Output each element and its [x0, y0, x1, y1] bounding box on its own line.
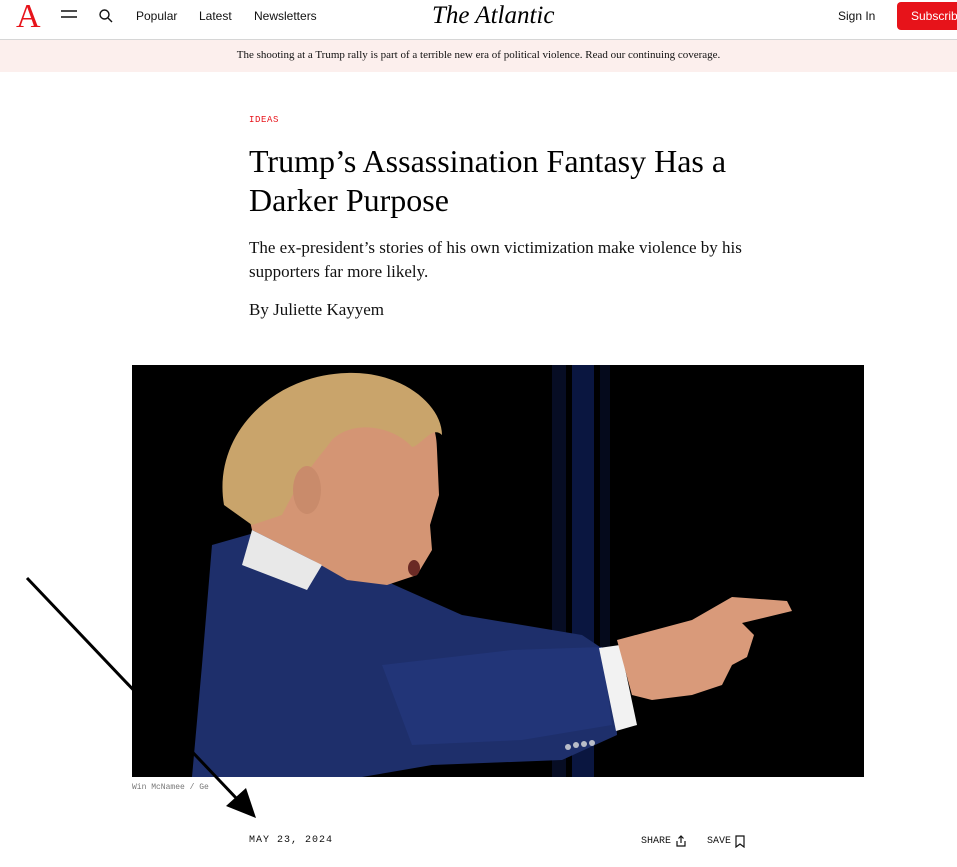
save-button[interactable]: SAVE	[707, 835, 745, 848]
share-icon	[676, 835, 686, 847]
atlantic-logo[interactable]: A	[16, 0, 41, 34]
nav-newsletters[interactable]: Newsletters	[254, 9, 317, 23]
sign-in-link[interactable]: Sign In	[838, 9, 875, 23]
subscribe-button[interactable]: Subscribe	[897, 2, 957, 30]
save-label: SAVE	[707, 836, 732, 847]
article-headline: Trump’s Assassination Fantasy Has a Dark…	[249, 143, 727, 218]
article-byline[interactable]: By Juliette Kayyem	[249, 298, 384, 322]
section-label[interactable]: IDEAS	[249, 115, 279, 125]
hero-illustration	[132, 365, 864, 777]
share-button[interactable]: SHARE	[641, 835, 687, 847]
search-icon[interactable]	[98, 8, 114, 24]
photo-credit: Win McNamee / Ge	[132, 783, 209, 792]
coverage-banner-text[interactable]: The shooting at a Trump rally is part of…	[237, 49, 721, 61]
article-dek: The ex-president’s stories of his own vi…	[249, 238, 742, 281]
site-header: A Popular Latest Newsletters The Atlanti…	[0, 0, 957, 40]
publish-date: MAY 23, 2024	[249, 835, 334, 846]
share-label: SHARE	[641, 835, 672, 847]
hero-image	[132, 365, 864, 777]
menu-icon[interactable]	[60, 8, 78, 22]
bookmark-icon	[735, 835, 745, 848]
nav-latest[interactable]: Latest	[199, 9, 232, 23]
nav-popular[interactable]: Popular	[136, 9, 177, 23]
brand-wordmark[interactable]: The Atlantic	[432, 0, 572, 34]
coverage-banner[interactable]: The shooting at a Trump rally is part of…	[0, 40, 957, 72]
